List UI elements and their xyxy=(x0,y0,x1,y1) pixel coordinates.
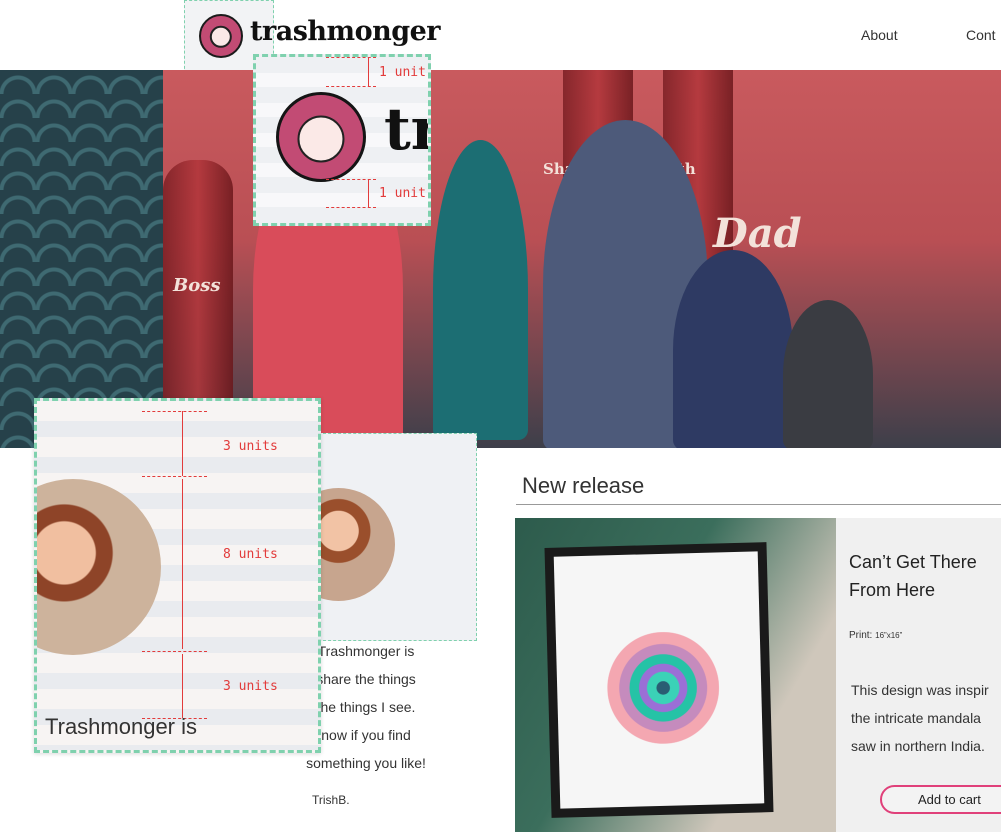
hero-wave-pattern xyxy=(0,70,164,448)
spec-label-top: 1 unit xyxy=(379,65,426,80)
about-line: something you like! xyxy=(306,755,426,771)
spec-label-bottom: 3 units xyxy=(223,679,278,694)
framed-print xyxy=(544,542,774,818)
scooter xyxy=(783,300,873,448)
spec-arrow-top xyxy=(182,411,183,476)
nav-link-contact[interactable]: Cont xyxy=(966,27,996,43)
product-description: This design was inspir the intricate man… xyxy=(851,676,1001,760)
print-label-text: Print: xyxy=(849,630,873,641)
logo-spacing-spec: tr 1 unit 1 unit xyxy=(253,54,431,226)
spec-arrow-bottom xyxy=(182,654,183,718)
section-divider xyxy=(516,504,1001,505)
print-size-value: 16”x16” xyxy=(875,631,903,640)
spec-arrow-middle xyxy=(182,479,183,649)
spec-label-middle: 8 units xyxy=(223,547,278,562)
spec-guide-1 xyxy=(142,411,207,412)
person-child xyxy=(673,250,793,448)
description-line: the intricate mandala xyxy=(851,710,981,726)
nav-link-about[interactable]: About xyxy=(861,27,898,43)
baby-face-icon xyxy=(209,25,233,48)
brand-wordmark[interactable]: trashmonger xyxy=(250,16,441,47)
about-signature: TrishB. xyxy=(312,793,350,807)
description-line: This design was inspir xyxy=(851,682,989,698)
baby-face-large-icon xyxy=(297,115,345,163)
portrait-spacing-spec: 3 units 8 units 3 units Trashmonger is xyxy=(34,398,321,753)
baby-logo-large-icon xyxy=(276,92,366,182)
description-line: saw in northern India. xyxy=(851,738,985,754)
spec-guide-3 xyxy=(142,651,207,652)
spec-guide-2 xyxy=(142,476,207,477)
product-name: Can’t Get There From Here xyxy=(849,552,977,600)
product-photo[interactable] xyxy=(515,518,837,832)
brand-wordmark-crop: tr xyxy=(384,95,428,163)
baby-logo-icon[interactable] xyxy=(199,14,243,58)
print-size-label: Print: 16”x16” xyxy=(849,630,902,641)
spec-arrow-bottom xyxy=(368,179,369,207)
coke-label-boss: Boss xyxy=(173,275,221,296)
spec-arrow-top xyxy=(368,57,369,86)
spec-guide-top-2 xyxy=(326,86,376,87)
print-paper xyxy=(553,551,765,809)
site-header: trashmonger About Cont xyxy=(0,0,1001,84)
add-to-cart-button[interactable]: Add to cart xyxy=(880,785,1001,814)
mandala-artwork xyxy=(605,630,721,746)
spec-guide-bottom-2 xyxy=(326,207,376,208)
portrait-caption: Trashmonger is xyxy=(45,714,198,739)
spec-label-bottom: 1 unit xyxy=(379,186,426,201)
section-title-new-release: New release xyxy=(522,473,645,498)
author-portrait-large xyxy=(37,479,161,655)
person-girl xyxy=(433,140,528,440)
spec-label-top: 3 units xyxy=(223,439,278,454)
